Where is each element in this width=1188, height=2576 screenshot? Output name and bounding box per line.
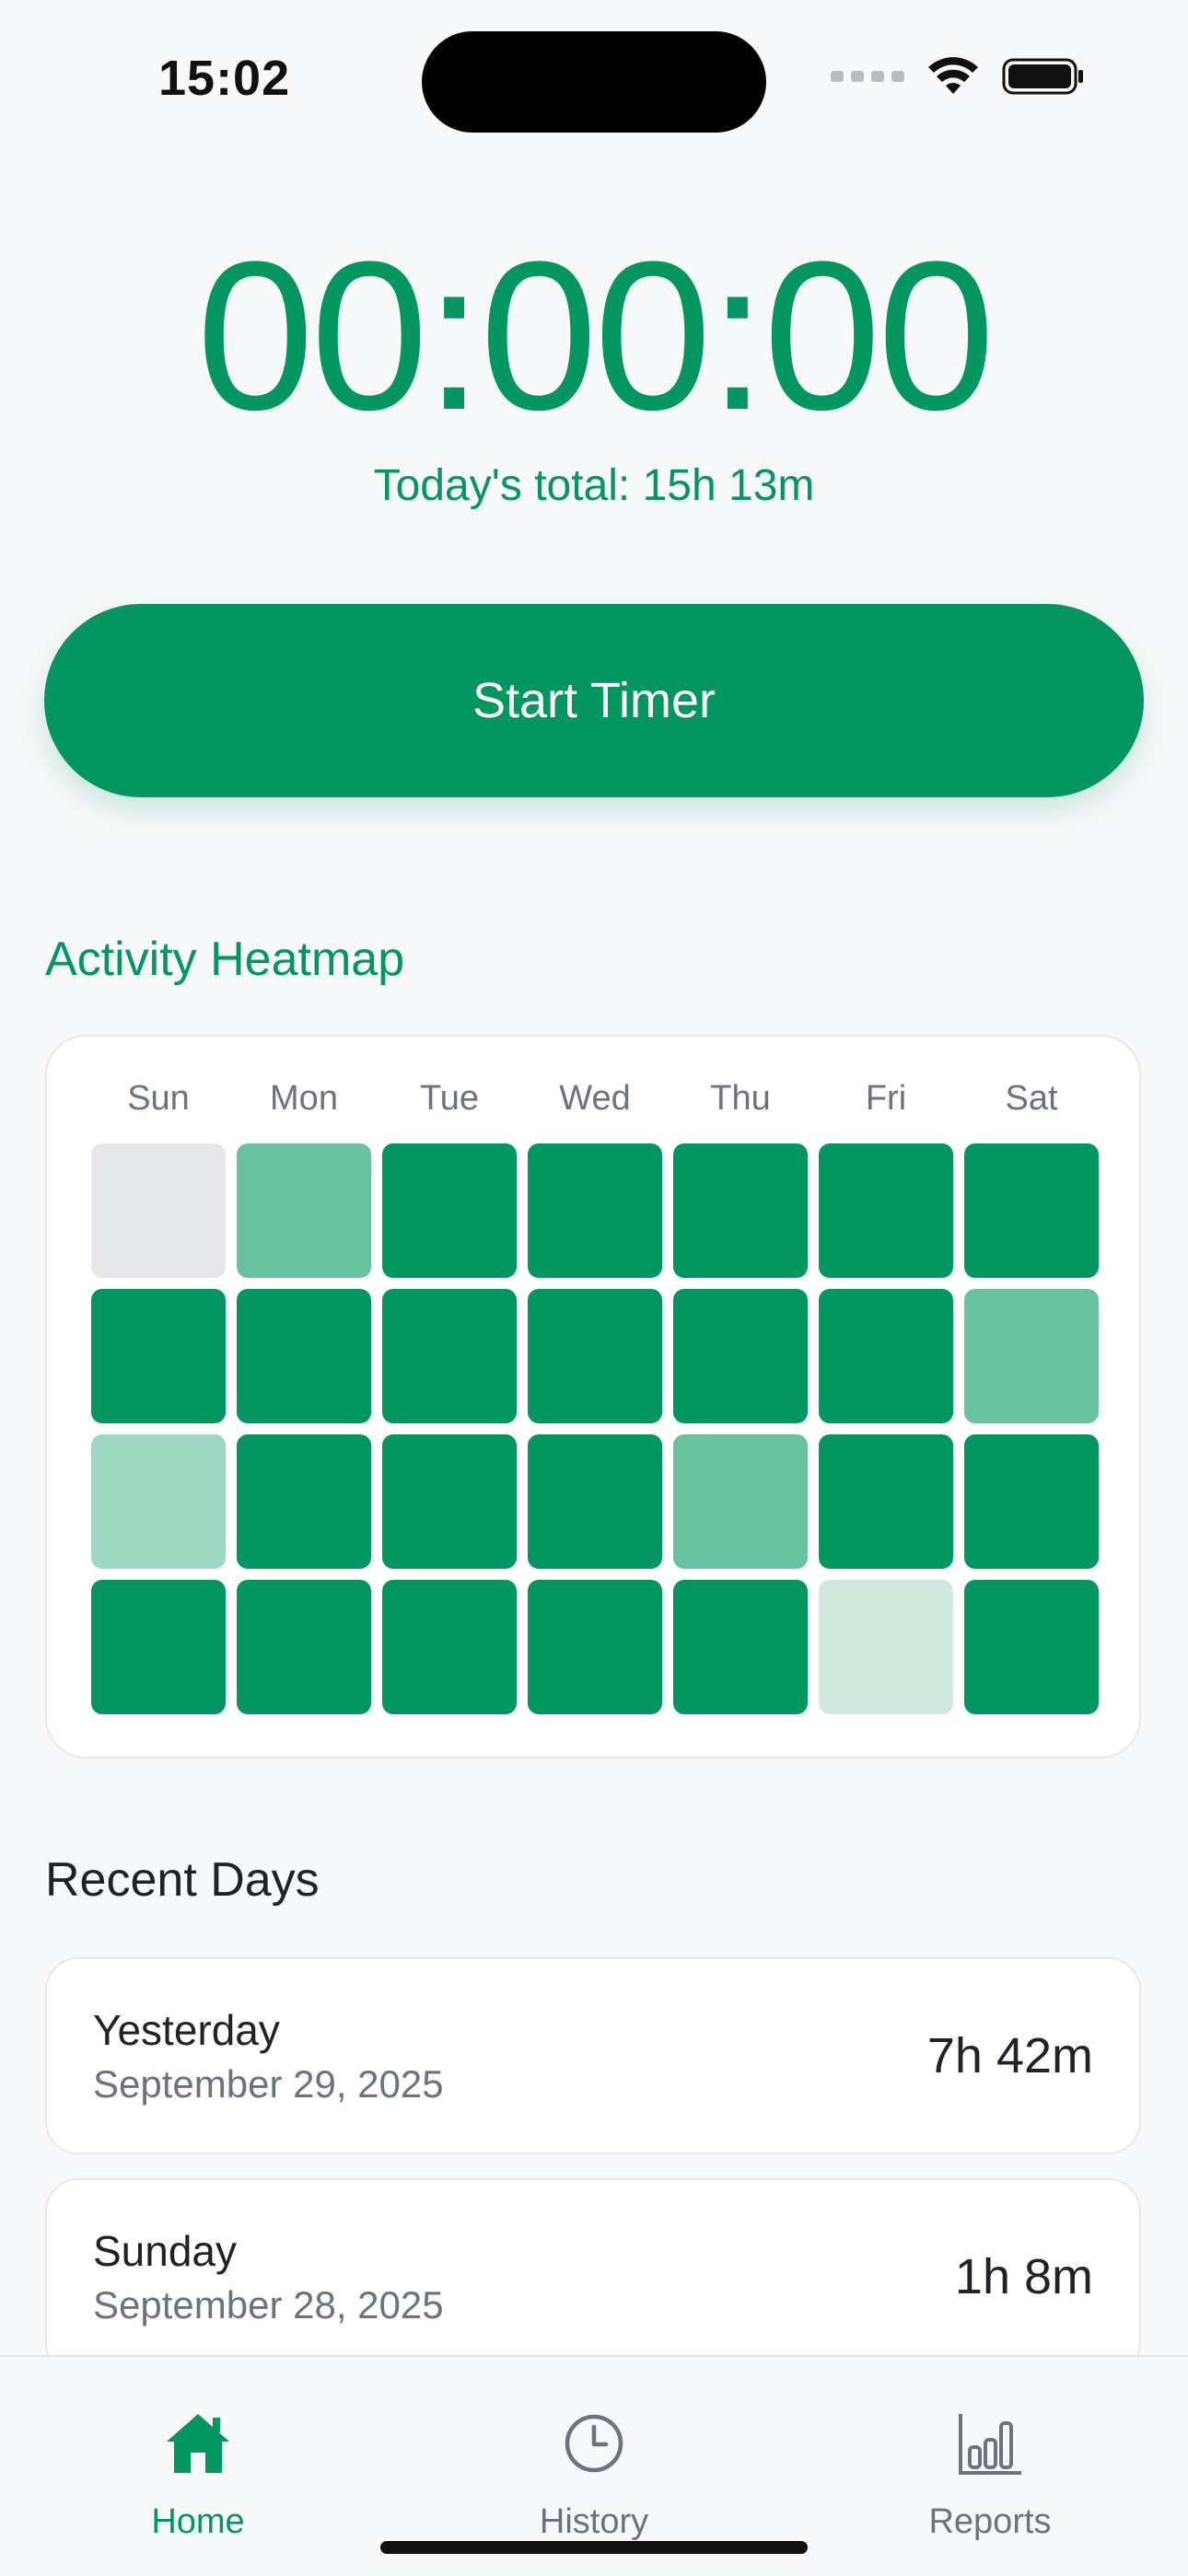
heatmap-title: Activity Heatmap [45,933,405,986]
status-time: 15:02 [158,51,291,106]
heatmap-cell [237,1143,371,1278]
tab-label: History [539,2502,649,2541]
recent-day-card[interactable]: Yesterday September 29, 2025 7h 42m [45,1957,1141,2154]
day-label-wed: Wed [559,1079,631,1118]
heatmap-cell [382,1143,517,1278]
day-duration: 1h 8m [954,2249,1093,2304]
day-label-sun: Sun [127,1079,190,1118]
home-indicator [380,2541,808,2554]
day-date: September 28, 2025 [93,2283,444,2327]
heatmap-cell [964,1580,1099,1714]
heatmap-cell [673,1434,808,1569]
heatmap-cell [964,1143,1099,1278]
day-name: Yesterday [93,2006,280,2054]
heatmap-cell [237,1289,371,1423]
start-timer-button[interactable]: Start Timer [44,604,1144,797]
heatmap-cell [673,1289,808,1423]
heatmap-cell [91,1289,226,1423]
heatmap-day-labels: Sun Mon Tue Wed Thu Fri Sat [91,1079,1099,1119]
day-label-fri: Fri [865,1079,907,1118]
heatmap-cell [819,1580,953,1714]
tab-label: Home [151,2502,245,2541]
heatmap-cell [819,1289,953,1423]
heatmap-cell [237,1580,371,1714]
heatmap-cell [819,1434,953,1569]
heatmap-cell [91,1580,226,1714]
heatmap-cell [382,1289,517,1423]
day-label-thu: Thu [710,1079,771,1118]
heatmap-cell [382,1580,517,1714]
heatmap-grid [91,1143,1099,1714]
day-date: September 29, 2025 [93,2062,444,2106]
status-icons [831,57,1085,96]
tab-home[interactable]: Home [0,2357,396,2576]
recent-days-title: Recent Days [45,1853,320,1907]
day-duration: 7h 42m [926,2028,1093,2083]
heatmap-cell [91,1143,226,1278]
heatmap-cell [673,1143,808,1278]
day-label-tue: Tue [419,1079,480,1118]
heatmap-cell [819,1143,953,1278]
heatmap-cell [237,1434,371,1569]
dynamic-island [422,31,766,133]
heatmap-cell [964,1289,1099,1423]
heatmap-cell [673,1580,808,1714]
heatmap-cell [528,1289,662,1423]
clock-icon [565,2414,623,2473]
status-bar: 15:02 [0,0,1188,157]
house-icon [167,2414,229,2473]
heatmap-cell [382,1434,517,1569]
today-total: Today's total: 15h 13m [373,461,815,510]
tab-reports[interactable]: Reports [792,2357,1188,2576]
heatmap-card: Sun Mon Tue Wed Thu Fri Sat [45,1035,1141,1758]
timer-display: 00:00:00 [196,217,995,454]
heatmap-cell [528,1434,662,1569]
heatmap-cell [528,1143,662,1278]
wifi-icon [928,57,978,94]
recent-day-card[interactable]: Sunday September 28, 2025 1h 8m [45,2178,1141,2375]
day-label-mon: Mon [270,1079,338,1118]
heatmap-cell [528,1580,662,1714]
heatmap-cell [91,1434,226,1569]
heatmap-cell [964,1434,1099,1569]
battery-icon [1002,58,1083,95]
tab-label: Reports [928,2502,1052,2541]
day-name: Sunday [93,2227,238,2275]
day-label-sat: Sat [1005,1079,1058,1118]
cellular-signal-icon [831,71,904,82]
bar-chart-icon [959,2414,1021,2475]
